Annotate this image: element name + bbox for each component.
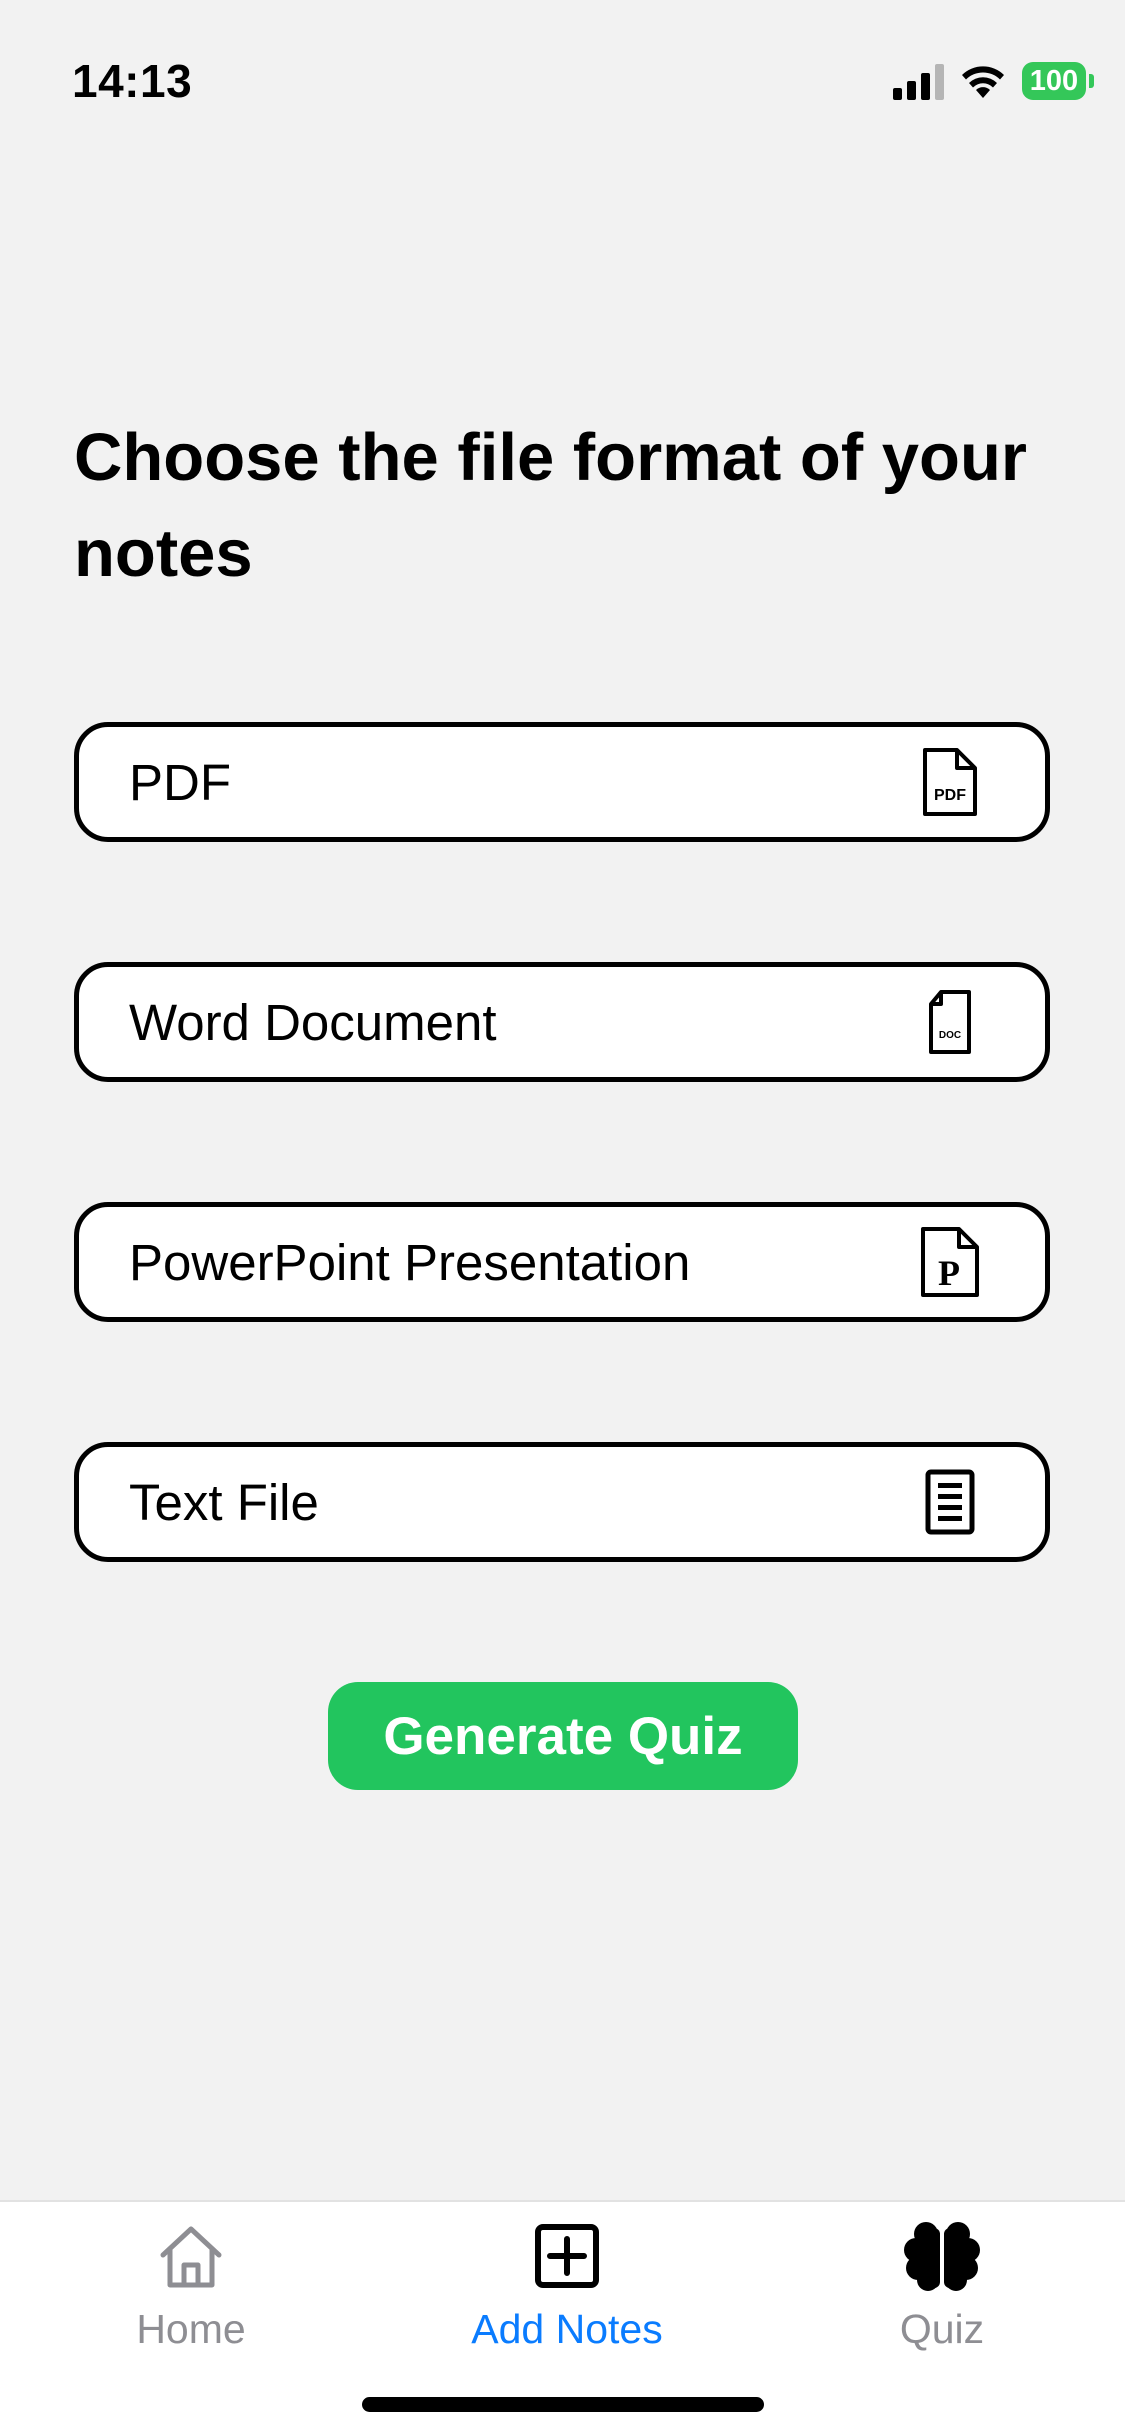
option-label: Text File [129,1473,319,1531]
battery-level: 100 [1029,64,1079,97]
pdf-icon-text: PDF [934,787,966,804]
powerpoint-file-icon: P [919,1225,981,1299]
home-indicator [362,2397,764,2412]
option-pdf-button[interactable]: PDF PDF [74,722,1050,842]
wifi-icon [962,66,1004,98]
option-word-button[interactable]: Word Document DOC [74,962,1050,1082]
text-file-icon [919,1465,981,1539]
option-label: PowerPoint Presentation [129,1233,691,1291]
tab-label: Add Notes [471,2306,663,2352]
option-powerpoint-button[interactable]: PowerPoint Presentation P [74,1202,1050,1322]
page-title: Choose the file format of your notes [74,420,1027,591]
plus-square-icon [527,2216,607,2296]
tab-quiz[interactable]: Quiz [792,2216,1092,2356]
doc-icon-text: DOC [939,1030,961,1041]
ppt-icon-text: P [938,1253,960,1293]
tab-add-notes[interactable]: Add Notes [417,2216,717,2356]
tab-label: Home [136,2306,246,2352]
option-label: Word Document [129,993,497,1051]
status-bar: 14:13 100 [0,0,1125,150]
tab-home[interactable]: Home [41,2216,341,2356]
cellular-signal-icon [893,64,944,100]
pdf-file-icon: PDF [919,745,981,819]
option-label: PDF [129,753,231,811]
tab-label: Quiz [899,2306,985,2352]
status-time: 14:13 [72,55,193,107]
brain-icon [902,2216,982,2296]
generate-quiz-button[interactable]: Generate Quiz [328,1682,798,1790]
add-notes-screen: 14:13 100 Choose the file format of your… [0,0,1125,2436]
house-icon [151,2216,231,2296]
battery-indicator: 100 [1022,62,1086,100]
battery-cap [1089,74,1094,88]
option-text-file-button[interactable]: Text File [74,1442,1050,1562]
doc-file-icon: DOC [919,985,981,1059]
